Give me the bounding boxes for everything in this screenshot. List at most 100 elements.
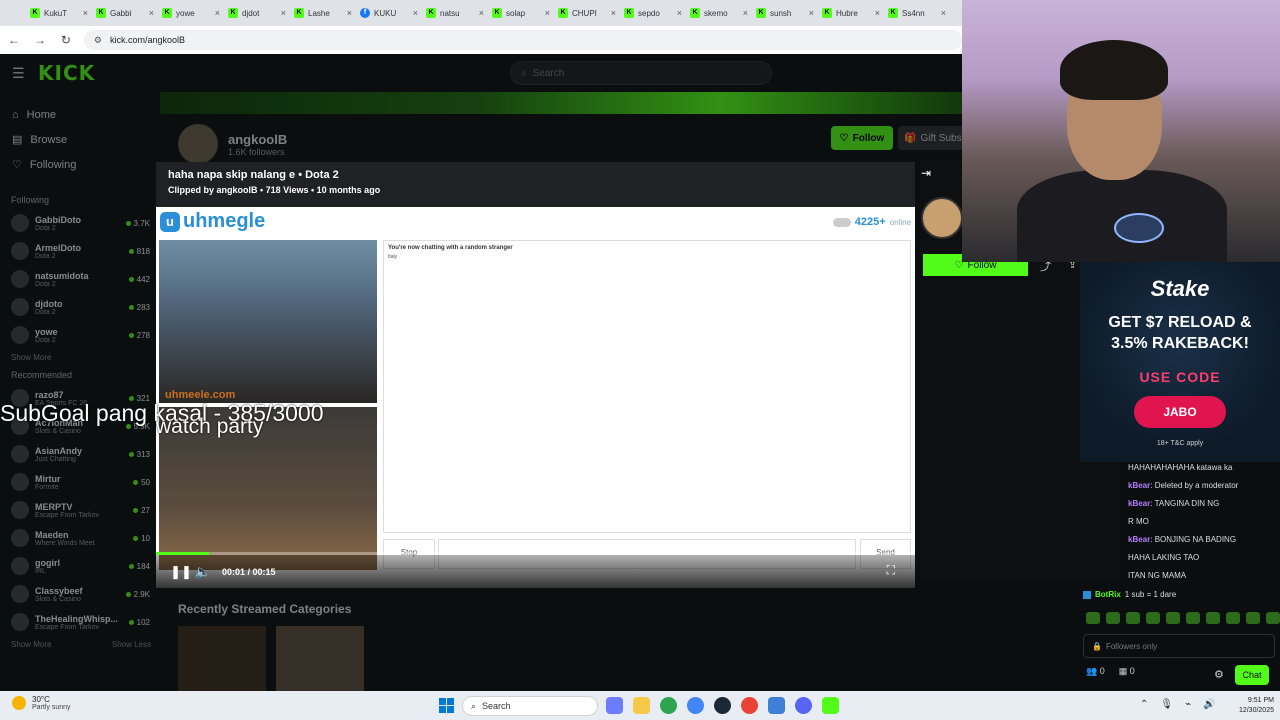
chat-username[interactable]: kBear <box>1128 481 1150 490</box>
browser-tab[interactable]: Kdjdot × <box>224 2 290 24</box>
chrome-alt-icon[interactable] <box>741 697 758 714</box>
system-clock[interactable]: 9:51 PM 12/30/2025 <box>1230 696 1274 716</box>
browser-tab[interactable]: Ksunsh × <box>752 2 818 24</box>
close-tab-icon[interactable]: × <box>347 8 352 18</box>
kick-logo[interactable]: KICK <box>38 61 95 85</box>
sidebar-channel[interactable]: Classybeef Slots & Casino 2.9K <box>0 580 158 608</box>
browser-tab[interactable]: K Hubre × <box>818 2 884 24</box>
sidebar-channel[interactable]: yowe Dota 2 278 <box>0 321 158 349</box>
microphone-icon[interactable]: 🎙 <box>1160 699 1173 710</box>
emote-icon[interactable] <box>1106 612 1120 624</box>
show-less-link[interactable]: Show Less <box>112 640 151 649</box>
discord-icon[interactable] <box>795 697 812 714</box>
browser-tab[interactable]: f KUKU × <box>356 2 422 24</box>
steam-icon[interactable] <box>714 697 731 714</box>
close-tab-icon[interactable]: × <box>83 8 88 18</box>
chevron-up-icon[interactable]: ⌃ <box>1140 699 1148 710</box>
chat-input[interactable]: 🔒 Followers only <box>1083 634 1275 658</box>
emote-icon[interactable] <box>1086 612 1100 624</box>
taskbar-search[interactable]: ⌕ Search <box>462 696 598 716</box>
emote-icon[interactable] <box>1246 612 1260 624</box>
notepad-icon[interactable] <box>768 697 785 714</box>
browser-tab[interactable]: Ksolap × <box>488 2 554 24</box>
sidebar-channel[interactable]: djdoto Dota 2 283 <box>0 293 158 321</box>
reload-icon[interactable]: ↻ <box>58 33 74 47</box>
coins-counter[interactable]: ▦ 0 <box>1119 666 1135 677</box>
close-tab-icon[interactable]: × <box>215 8 220 18</box>
sidebar-channel[interactable]: MERPTV Escape From Tarkov 27 <box>0 496 158 524</box>
forward-icon[interactable]: → <box>32 33 48 47</box>
streamer-avatar[interactable] <box>921 197 963 239</box>
browser-tab[interactable]: K Ss4nn × <box>884 2 950 24</box>
chat-username[interactable]: kBear <box>1128 535 1150 544</box>
browser-tab[interactable]: K Lashe × <box>290 2 356 24</box>
sidebar-channel[interactable]: Mirtur Fortnite 50 <box>0 468 158 496</box>
close-tab-icon[interactable]: × <box>611 8 616 18</box>
chat-username[interactable]: kBear <box>1128 499 1150 508</box>
sidebar-channel[interactable]: ArmelDoto Dota 2 818 <box>0 237 158 265</box>
close-tab-icon[interactable]: × <box>809 8 814 18</box>
weather-widget[interactable]: 30°C Partly sunny <box>12 695 71 711</box>
chat-send-button[interactable]: Chat <box>1235 665 1269 685</box>
url-field[interactable]: ⚙ kick.com/angkoolB <box>83 30 963 50</box>
browser-tab[interactable]: Kyowe × <box>158 2 224 24</box>
gift-subs-button[interactable]: 🎁 Gift Subs <box>898 126 968 150</box>
close-tab-icon[interactable]: × <box>479 8 484 18</box>
category-thumbnail[interactable] <box>178 626 266 692</box>
follow-button[interactable]: ♡ Follow <box>831 126 893 150</box>
sidebar-channel[interactable]: GabbiDoto Dota 2 3.7K <box>0 209 158 237</box>
gear-icon[interactable]: ⚙ <box>1214 668 1224 681</box>
browser-tab[interactable]: K KukuT × <box>26 2 92 24</box>
emote-icon[interactable] <box>1206 612 1220 624</box>
site-info-icon[interactable]: ⚙ <box>94 35 102 46</box>
pause-icon[interactable]: ❚❚ <box>170 561 192 583</box>
close-tab-icon[interactable]: × <box>875 8 880 18</box>
stake-ad[interactable]: Stake GET $7 RELOAD & 3.5% RAKEBACK! USE… <box>1080 262 1280 462</box>
channel-avatar[interactable] <box>178 124 218 164</box>
show-more-link[interactable]: Show More <box>11 353 147 362</box>
sidebar-channel[interactable]: TheHealingWhisp... Escape From Tarkov 102 <box>0 608 158 636</box>
start-icon[interactable] <box>439 698 454 713</box>
emote-icon[interactable] <box>1186 612 1200 624</box>
copilot-icon[interactable] <box>606 697 623 714</box>
collapse-chat-icon[interactable]: ⇥ <box>921 166 931 180</box>
chrome-icon[interactable] <box>660 697 677 714</box>
close-tab-icon[interactable]: × <box>545 8 550 18</box>
browser-tab[interactable]: Ksepdo × <box>620 2 686 24</box>
emote-icon[interactable] <box>1146 612 1160 624</box>
browser-tab[interactable]: K CHUPI × <box>554 2 620 24</box>
emote-icon[interactable] <box>1166 612 1180 624</box>
nav-home[interactable]: ⌂ Home <box>12 102 146 127</box>
close-tab-icon[interactable]: × <box>413 8 418 18</box>
close-tab-icon[interactable]: × <box>149 8 154 18</box>
volume-icon[interactable]: 🔈 <box>192 561 214 583</box>
browser-tab[interactable]: Knatsu × <box>422 2 488 24</box>
sidebar-channel[interactable]: natsumidota Dota 2 442 <box>0 265 158 293</box>
network-icon[interactable]: ⌁ <box>1185 699 1191 710</box>
menu-icon[interactable]: ☰ <box>12 65 32 82</box>
nav-browse[interactable]: ▤ Browse <box>12 127 146 152</box>
nav-following[interactable]: ♡ Following <box>12 152 146 177</box>
emote-icon[interactable] <box>1126 612 1140 624</box>
close-tab-icon[interactable]: × <box>677 8 682 18</box>
speaker-icon[interactable]: 🔊 <box>1203 699 1215 710</box>
points-counter[interactable]: 👥 0 <box>1086 666 1105 677</box>
category-thumbnail[interactable] <box>276 626 364 692</box>
chrome-profile-icon[interactable] <box>687 697 704 714</box>
close-tab-icon[interactable]: × <box>743 8 748 18</box>
fullscreen-icon[interactable]: ⛶ <box>887 563 895 578</box>
sidebar-channel[interactable]: Maeden Where Winds Meet 10 <box>0 524 158 552</box>
browser-tab[interactable]: Kskemo × <box>686 2 752 24</box>
emote-icon[interactable] <box>1266 612 1280 624</box>
bot-username[interactable]: BotRix <box>1095 590 1121 599</box>
back-icon[interactable]: ← <box>6 33 22 47</box>
show-more-link-2[interactable]: Show More <box>11 640 51 649</box>
close-tab-icon[interactable]: × <box>281 8 286 18</box>
clip-player[interactable]: haha napa skip nalang e • Dota 2 Clipped… <box>156 162 915 588</box>
file-explorer-icon[interactable] <box>633 697 650 714</box>
close-tab-icon[interactable]: × <box>941 8 946 18</box>
promo-code-button[interactable]: JABO <box>1134 396 1226 428</box>
sidebar-channel[interactable]: gogirl IRL 184 <box>0 552 158 580</box>
browser-tab[interactable]: K Gabbi × <box>92 2 158 24</box>
search-input[interactable]: ⌕ Search <box>510 61 772 85</box>
